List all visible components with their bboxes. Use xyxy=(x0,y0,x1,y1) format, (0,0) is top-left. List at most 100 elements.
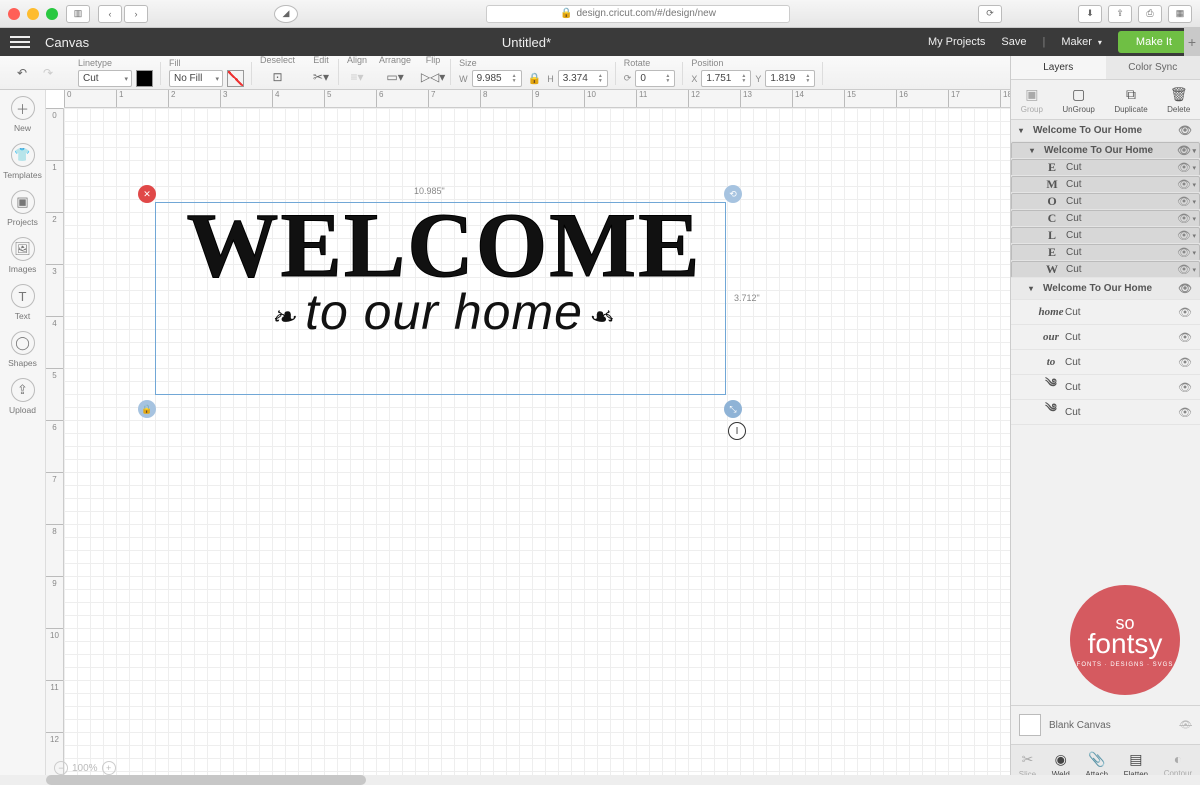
layer-item[interactable]: ECut👁 xyxy=(1011,159,1200,176)
scrollbar-thumb[interactable] xyxy=(46,775,366,785)
zoom-control[interactable]: − 100% + xyxy=(54,761,116,775)
layer-thumb: ༄ xyxy=(1043,404,1059,420)
artwork-group[interactable]: WELCOME ❧ to our home ❧ xyxy=(164,202,724,341)
layer-item[interactable]: CCut👁 xyxy=(1011,210,1200,227)
tool-images[interactable]: 🖼Images xyxy=(9,237,37,274)
flip-button[interactable]: ▷◁▾ xyxy=(423,67,443,87)
machine-select[interactable]: Maker▾ xyxy=(1061,36,1102,48)
download-icon[interactable]: ⬇ xyxy=(1078,5,1102,23)
canvas-grid[interactable]: 10.985" 3.712" ✕ ⟲ 🔒 ⤡ WELCOME ❧ to our … xyxy=(64,108,1010,785)
layer-item[interactable]: ༄Cut👁 xyxy=(1011,375,1200,400)
layer-item[interactable]: toCut👁 xyxy=(1011,350,1200,375)
arrange-button[interactable]: ▭▾ xyxy=(385,67,405,87)
fullscreen-window-icon[interactable] xyxy=(46,8,58,20)
height-input[interactable]: 3.374▲▼ xyxy=(558,70,608,87)
tool-text[interactable]: TText xyxy=(11,284,35,321)
aspect-lock-icon[interactable]: 🔒 xyxy=(526,72,544,85)
visibility-icon[interactable]: 👁 xyxy=(1178,124,1192,137)
visibility-icon[interactable]: 👁 xyxy=(1177,144,1191,157)
layer-item[interactable]: ourCut👁 xyxy=(1011,325,1200,350)
visibility-icon[interactable]: 👁 xyxy=(1177,212,1191,225)
close-window-icon[interactable] xyxy=(8,8,20,20)
visibility-off-icon[interactable]: 👁 xyxy=(1179,720,1192,731)
layer-item[interactable]: OCut👁 xyxy=(1011,193,1200,210)
caret-icon[interactable]: ▾ xyxy=(1029,284,1037,293)
visibility-icon[interactable]: 👁 xyxy=(1178,381,1192,394)
nav-back-icon[interactable]: ‹ xyxy=(98,5,122,23)
blank-canvas-row[interactable]: Blank Canvas 👁 xyxy=(1011,705,1200,744)
fill-select[interactable]: No Fill xyxy=(169,70,223,87)
tool-projects[interactable]: ▣Projects xyxy=(7,190,38,227)
align-button[interactable]: ≡▾ xyxy=(347,67,367,87)
undo-button[interactable]: ↶ xyxy=(12,63,32,83)
layer-group[interactable]: ▾Welcome To Our Home👁 xyxy=(1011,142,1200,159)
layer-label: Welcome To Our Home xyxy=(1043,283,1152,294)
reload-icon[interactable]: ⟳ xyxy=(978,5,1002,23)
visibility-icon[interactable]: 👁 xyxy=(1177,178,1191,191)
delete-handle-icon[interactable]: ✕ xyxy=(138,185,156,203)
redo-button[interactable]: ↷ xyxy=(38,63,58,83)
new-tab-button[interactable]: + xyxy=(1184,28,1200,56)
address-bar[interactable]: 🔒 design.cricut.com/#/design/new xyxy=(486,5,790,23)
layer-group[interactable]: ▾Welcome To Our Home👁 xyxy=(1011,120,1200,142)
y-input[interactable]: 1.819▲▼ xyxy=(765,70,815,87)
visibility-icon[interactable]: 👁 xyxy=(1177,263,1191,276)
lock-handle-icon[interactable]: 🔒 xyxy=(138,400,156,418)
visibility-icon[interactable]: 👁 xyxy=(1178,356,1192,369)
layer-item[interactable]: MCut👁 xyxy=(1011,176,1200,193)
scale-handle-icon[interactable]: ⤡ xyxy=(724,400,742,418)
print-icon[interactable]: ⎙ xyxy=(1138,5,1162,23)
tabs-icon[interactable]: ▦ xyxy=(1168,5,1192,23)
canvas-stage[interactable]: 012345678910111213141516171819 012345678… xyxy=(46,90,1010,785)
tab-layers[interactable]: Layers xyxy=(1011,56,1106,79)
linetype-color-swatch[interactable] xyxy=(136,70,153,87)
tool-templates[interactable]: 👕Templates xyxy=(3,143,42,180)
layer-item[interactable]: WCut👁 xyxy=(1011,261,1200,278)
visibility-icon[interactable]: 👁 xyxy=(1178,282,1192,295)
rotate-input[interactable]: 0▲▼ xyxy=(635,70,675,87)
x-input[interactable]: 1.751▲▼ xyxy=(701,70,751,87)
layer-item[interactable]: LCut👁 xyxy=(1011,227,1200,244)
visibility-icon[interactable]: 👁 xyxy=(1178,406,1192,419)
width-input[interactable]: 9.985▲▼ xyxy=(472,70,522,87)
visibility-icon[interactable]: 👁 xyxy=(1178,306,1192,319)
edit-button[interactable]: ✂▾ xyxy=(311,67,331,87)
caret-icon[interactable]: ▾ xyxy=(1030,146,1038,155)
action-duplicate[interactable]: ⧉Duplicate xyxy=(1114,86,1147,114)
no-fill-swatch[interactable] xyxy=(227,70,244,87)
save-link[interactable]: Save xyxy=(1001,36,1026,48)
horizontal-scrollbar[interactable] xyxy=(0,775,1200,785)
my-projects-link[interactable]: My Projects xyxy=(928,36,985,48)
make-it-button[interactable]: Make It xyxy=(1118,31,1190,53)
zoom-in-icon[interactable]: + xyxy=(102,761,116,775)
sidebar-toggle-icon[interactable]: ▥ xyxy=(66,5,90,23)
share-icon[interactable]: ⇪ xyxy=(1108,5,1132,23)
layer-item[interactable]: homeCut👁 xyxy=(1011,300,1200,325)
tool-new[interactable]: ＋New xyxy=(11,96,35,133)
nav-forward-icon[interactable]: › xyxy=(124,5,148,23)
linetype-select[interactable]: Cut xyxy=(78,70,132,87)
visibility-icon[interactable]: 👁 xyxy=(1177,246,1191,259)
caret-icon[interactable]: ▾ xyxy=(1019,126,1027,135)
visibility-icon[interactable]: 👁 xyxy=(1177,195,1191,208)
action-delete[interactable]: 🗑Delete xyxy=(1167,86,1190,114)
rotate-handle-icon[interactable]: ⟲ xyxy=(724,185,742,203)
visibility-icon[interactable]: 👁 xyxy=(1177,161,1191,174)
layer-thumb: home xyxy=(1043,304,1059,320)
menu-icon[interactable] xyxy=(10,36,30,48)
visibility-icon[interactable]: 👁 xyxy=(1177,229,1191,242)
action-ungroup[interactable]: ▢UnGroup xyxy=(1062,86,1094,114)
layer-item[interactable]: ECut👁 xyxy=(1011,244,1200,261)
minimize-window-icon[interactable] xyxy=(27,8,39,20)
leaf-right-icon: ❧ xyxy=(596,300,617,335)
tool-upload[interactable]: ⇪Upload xyxy=(9,378,36,415)
layer-item[interactable]: ༄Cut👁 xyxy=(1011,400,1200,425)
zoom-out-icon[interactable]: − xyxy=(54,761,68,775)
tool-shapes[interactable]: ◯Shapes xyxy=(8,331,37,368)
document-title[interactable]: Untitled* xyxy=(125,35,928,50)
deselect-button[interactable]: ⊡ xyxy=(268,67,288,87)
visibility-icon[interactable]: 👁 xyxy=(1178,331,1192,344)
layer-group[interactable]: ▾ Welcome To Our Home 👁 xyxy=(1011,278,1200,300)
chevron-down-icon: ▾ xyxy=(1098,38,1102,47)
tab-color-sync[interactable]: Color Sync xyxy=(1106,56,1200,79)
